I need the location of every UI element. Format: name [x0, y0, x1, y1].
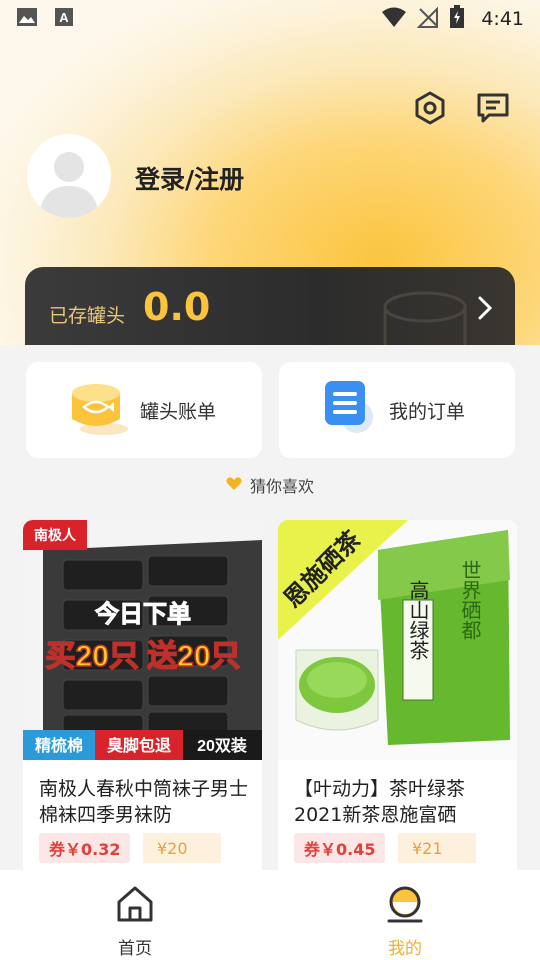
product-image: 恩施硒茶 高山绿茶 世界硒都	[278, 520, 517, 760]
coupon-badge: 券￥0.45	[294, 833, 386, 863]
hexagon-settings-icon	[412, 90, 448, 130]
can-icon	[70, 379, 130, 441]
product-promo-line1: 今日下单	[95, 600, 191, 628]
wifi-icon	[381, 6, 407, 32]
product-pack-name: 高山绿茶	[406, 580, 430, 660]
home-icon	[115, 884, 155, 928]
profile-icon	[385, 884, 425, 928]
product-tag-right: 20双装	[197, 736, 247, 755]
savings-label: 已存罐头	[49, 305, 126, 327]
heart-icon	[226, 476, 242, 495]
image-icon	[16, 7, 38, 31]
savings-card[interactable]: 已存罐头 0.0	[25, 267, 515, 357]
product-tag-left: 精梳棉	[35, 736, 83, 755]
main-content: 罐头账单 我的订单 猜你喜欢 南极人 今日下单 买20只 送20只 精梳棉 臭脚…	[0, 345, 540, 880]
product-brand: 南极人	[34, 527, 77, 543]
my-orders-label: 我的订单	[389, 400, 466, 423]
my-orders-tile[interactable]: 我的订单	[279, 362, 515, 458]
can-bill-label: 罐头账单	[140, 400, 217, 423]
product-title: 【叶动力】茶叶绿茶2021新茶恩施富硒	[294, 778, 466, 826]
settings-button[interactable]	[410, 90, 450, 130]
savings-value: 0.0	[143, 285, 211, 329]
product-card[interactable]: 恩施硒茶 高山绿茶 世界硒都 【叶动力】茶叶绿茶2021新茶恩施富硒 券￥0.4…	[278, 520, 517, 880]
nav-item-profile[interactable]: 我的	[270, 870, 540, 960]
product-promo-line2: 买20只 送20只	[45, 640, 240, 673]
price-tag: ¥21	[398, 833, 476, 863]
product-card[interactable]: 南极人 今日下单 买20只 送20只 精梳棉 臭脚包退 20双装 南极人春秋中筒…	[23, 520, 262, 880]
guess-you-like-label: 猜你喜欢	[249, 477, 314, 496]
price-tag: ¥20	[143, 833, 221, 863]
nav-item-home[interactable]: 首页	[0, 870, 270, 960]
product-image: 南极人 今日下单 买20只 送20只 精梳棉 臭脚包退 20双装	[23, 520, 262, 760]
a-icon: A	[54, 7, 74, 31]
product-title: 南极人春秋中筒袜子男士棉袜四季男袜防	[39, 778, 249, 826]
default-avatar-icon	[39, 152, 99, 218]
chevron-right-icon	[475, 293, 495, 327]
battery-icon	[449, 5, 465, 33]
avatar[interactable]	[27, 134, 111, 218]
status-time: 4:41	[481, 8, 524, 30]
message-icon	[475, 90, 511, 130]
nav-label-home: 首页	[118, 939, 152, 959]
nav-label-profile: 我的	[388, 939, 422, 959]
status-bar: A 4:41	[0, 0, 540, 38]
svg-text:A: A	[59, 10, 69, 25]
coupon-badge: 券￥0.32	[39, 833, 131, 863]
bottom-nav: 首页 我的	[0, 870, 540, 960]
can-bill-tile[interactable]: 罐头账单	[26, 362, 262, 458]
guess-you-like-header: 猜你喜欢	[0, 473, 540, 497]
signal-icon	[416, 6, 439, 32]
product-tag-mid: 臭脚包退	[107, 736, 171, 755]
login-register-link[interactable]: 登录/注册	[135, 160, 244, 196]
product-side-text: 世界硒都	[458, 560, 482, 640]
message-button[interactable]	[473, 90, 513, 130]
order-icon	[323, 379, 379, 441]
